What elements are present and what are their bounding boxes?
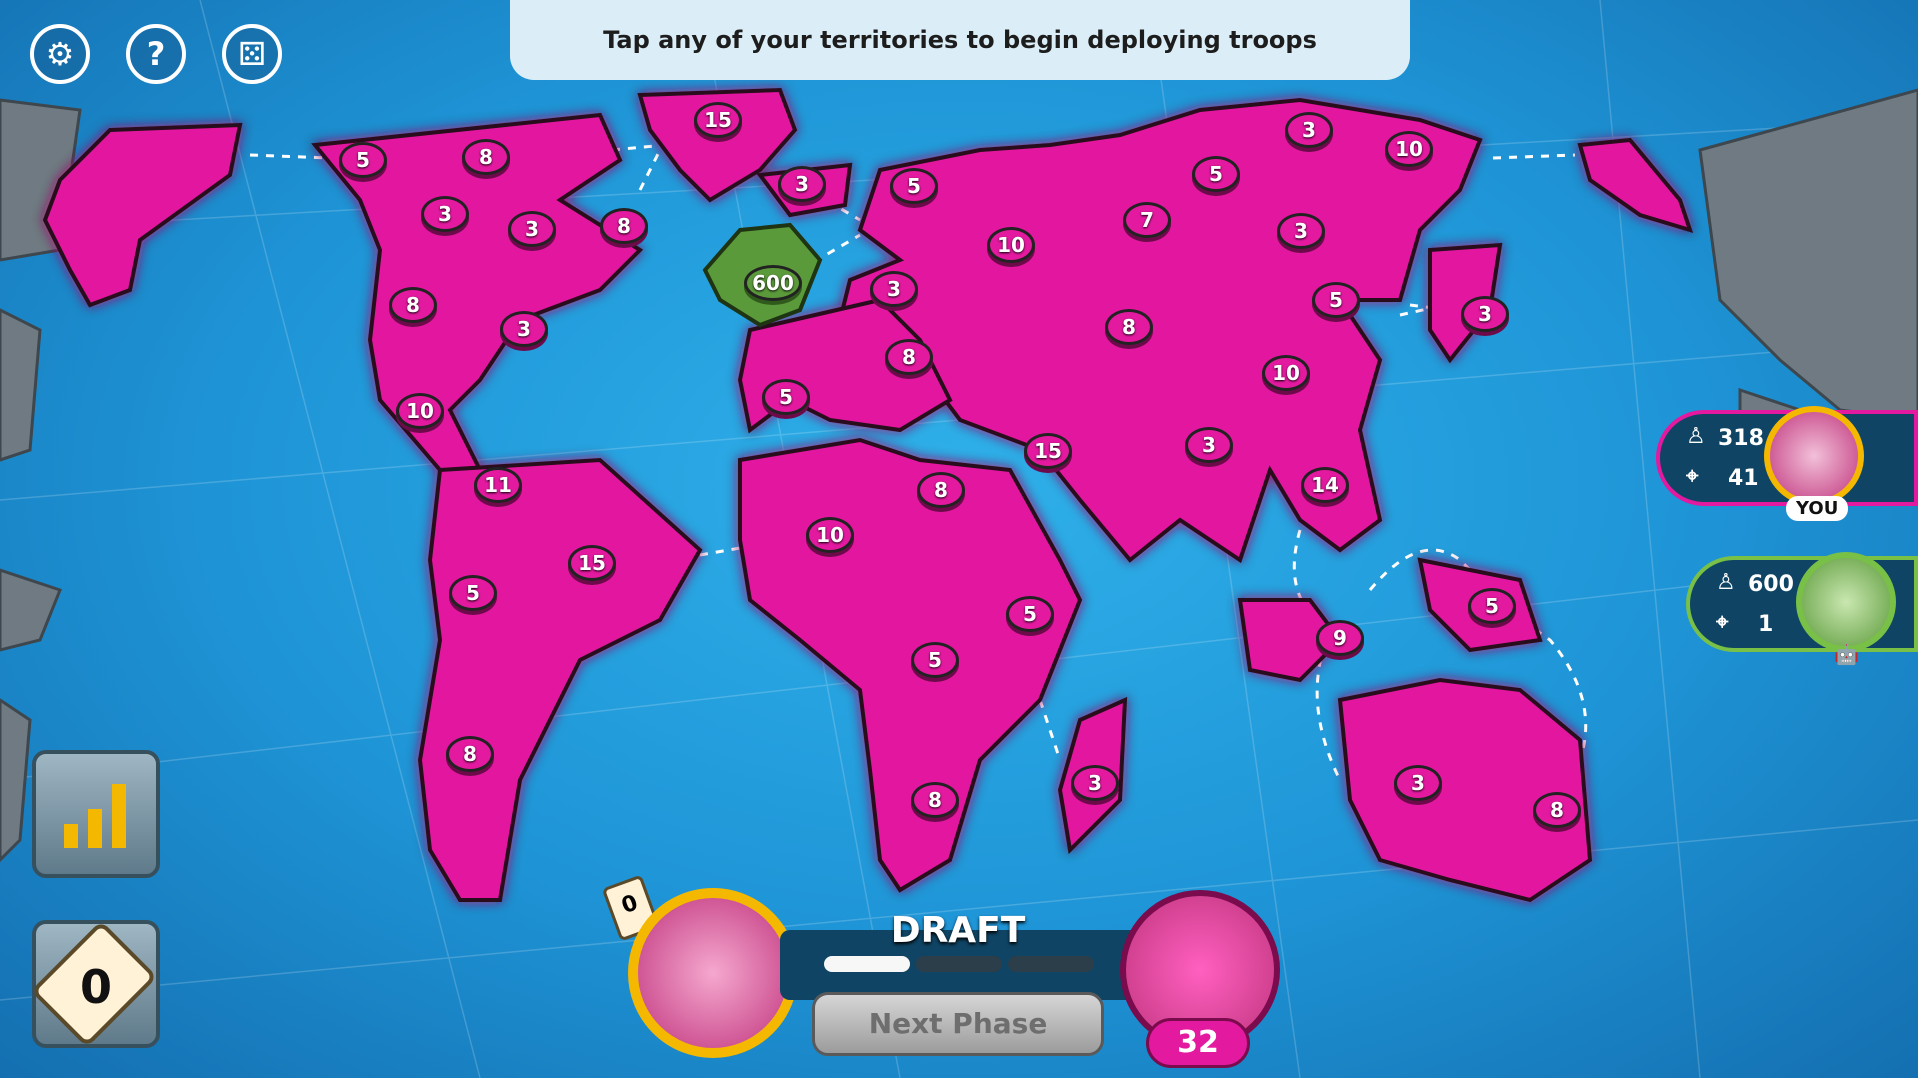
territory-indonesia[interactable]: 9 <box>1316 620 1364 656</box>
territory-congo[interactable]: 5 <box>911 642 959 678</box>
territory-afghanistan[interactable]: 8 <box>1105 309 1153 345</box>
territory-siam[interactable]: 14 <box>1301 467 1349 503</box>
gear-icon: ⚙ <box>45 35 75 73</box>
territory-middle-east[interactable]: 15 <box>1024 433 1072 469</box>
territory-new-guinea[interactable]: 5 <box>1468 588 1516 624</box>
cards-button[interactable]: 0 <box>30 920 160 1048</box>
bot-icon: 🤖 <box>1834 642 1859 666</box>
ai-troop-count: 600 <box>1748 572 1794 597</box>
territory-kamchatka[interactable]: 10 <box>1385 131 1433 167</box>
ai-avatar <box>1796 552 1896 652</box>
card-count: 0 <box>79 960 112 1014</box>
game-board: 5 8 15 3 3 8 8 3 10 3 600 5 3 5 8 10 7 5 3 10 3 8 5 3 10 15 3 14 11 1… <box>0 0 1918 1078</box>
territory-western-europe[interactable]: 5 <box>762 379 810 415</box>
territory-western-us[interactable]: 8 <box>389 287 437 323</box>
territory-eastern-us[interactable]: 3 <box>500 311 548 347</box>
territory-alaska[interactable]: 5 <box>339 142 387 178</box>
commander-avatar[interactable] <box>628 888 798 1058</box>
territory-northern-europe[interactable]: 3 <box>870 271 918 307</box>
help-button[interactable]: ? <box>126 24 186 84</box>
territory-ontario[interactable]: 3 <box>508 211 556 247</box>
territory-japan[interactable]: 3 <box>1461 296 1509 332</box>
territory-madagascar[interactable]: 3 <box>1071 765 1119 801</box>
territory-china[interactable]: 10 <box>1262 355 1310 391</box>
reinforcement-count: 32 <box>1146 1018 1250 1068</box>
player-avatar <box>1764 406 1864 506</box>
phase-title: DRAFT <box>890 910 1026 951</box>
instruction-banner: Tap any of your territories to begin dep… <box>510 0 1410 80</box>
territory-icon: ⌖ <box>1716 610 1729 635</box>
territory-southern-europe[interactable]: 8 <box>885 339 933 375</box>
soldier-icon: ♙ <box>1716 570 1736 595</box>
bar-chart-icon <box>64 784 126 848</box>
territory-egypt[interactable]: 8 <box>917 472 965 508</box>
player-troop-count: 318 <box>1718 426 1764 451</box>
territory-mongolia[interactable]: 5 <box>1312 282 1360 318</box>
territory-ural[interactable]: 7 <box>1123 202 1171 238</box>
phase-segment-1 <box>824 956 910 972</box>
bottom-hud: 0 DRAFT Next Phase 32 <box>600 874 1300 1078</box>
territory-irkutsk[interactable]: 3 <box>1277 213 1325 249</box>
player-card-ai[interactable]: ♙ 600 ⌖ 1 🤖 <box>1686 552 1918 666</box>
territory-india[interactable]: 3 <box>1185 427 1233 463</box>
player-card-you[interactable]: ♙ 318 ⌖ 41 YOU <box>1656 406 1918 521</box>
dice-button[interactable]: ⚄ <box>222 24 282 84</box>
soldier-icon: ♙ <box>1686 424 1706 449</box>
territory-iceland[interactable]: 3 <box>778 166 826 202</box>
territory-alberta[interactable]: 3 <box>421 196 469 232</box>
territory-greenland[interactable]: 15 <box>694 102 742 138</box>
instruction-text: Tap any of your territories to begin dep… <box>603 26 1317 54</box>
question-icon: ? <box>146 35 166 73</box>
phase-segment-3 <box>1008 956 1094 972</box>
territory-east-africa[interactable]: 5 <box>1006 596 1054 632</box>
territory-siberia[interactable]: 5 <box>1192 156 1240 192</box>
territory-western-australia[interactable]: 3 <box>1394 765 1442 801</box>
territory-eastern-australia[interactable]: 8 <box>1533 792 1581 828</box>
dice-icon: ⚄ <box>238 35 266 73</box>
next-phase-button[interactable]: Next Phase <box>812 992 1104 1056</box>
territory-south-africa[interactable]: 8 <box>911 782 959 818</box>
territory-quebec[interactable]: 8 <box>600 208 648 244</box>
you-badge: YOU <box>1786 496 1849 521</box>
territory-central-america[interactable]: 10 <box>396 393 444 429</box>
territory-scandinavia[interactable]: 5 <box>890 168 938 204</box>
territory-icon: ⌖ <box>1686 464 1699 489</box>
territory-great-britain[interactable]: 600 <box>744 265 802 301</box>
player-territory-count: 41 <box>1728 466 1759 491</box>
territory-ukraine[interactable]: 10 <box>987 227 1035 263</box>
ai-territory-count: 1 <box>1758 612 1774 637</box>
territory-north-africa[interactable]: 10 <box>806 517 854 553</box>
settings-button[interactable]: ⚙ <box>30 24 90 84</box>
player-territories <box>42 87 1694 903</box>
phase-segment-2 <box>916 956 1002 972</box>
territory-venezuela[interactable]: 11 <box>474 467 522 503</box>
territory-brazil[interactable]: 15 <box>568 545 616 581</box>
territory-yakutsk[interactable]: 3 <box>1285 112 1333 148</box>
stats-button[interactable] <box>32 750 160 878</box>
territory-northwest-territory[interactable]: 8 <box>462 139 510 175</box>
territory-argentina[interactable]: 8 <box>446 736 494 772</box>
territory-peru[interactable]: 5 <box>449 575 497 611</box>
